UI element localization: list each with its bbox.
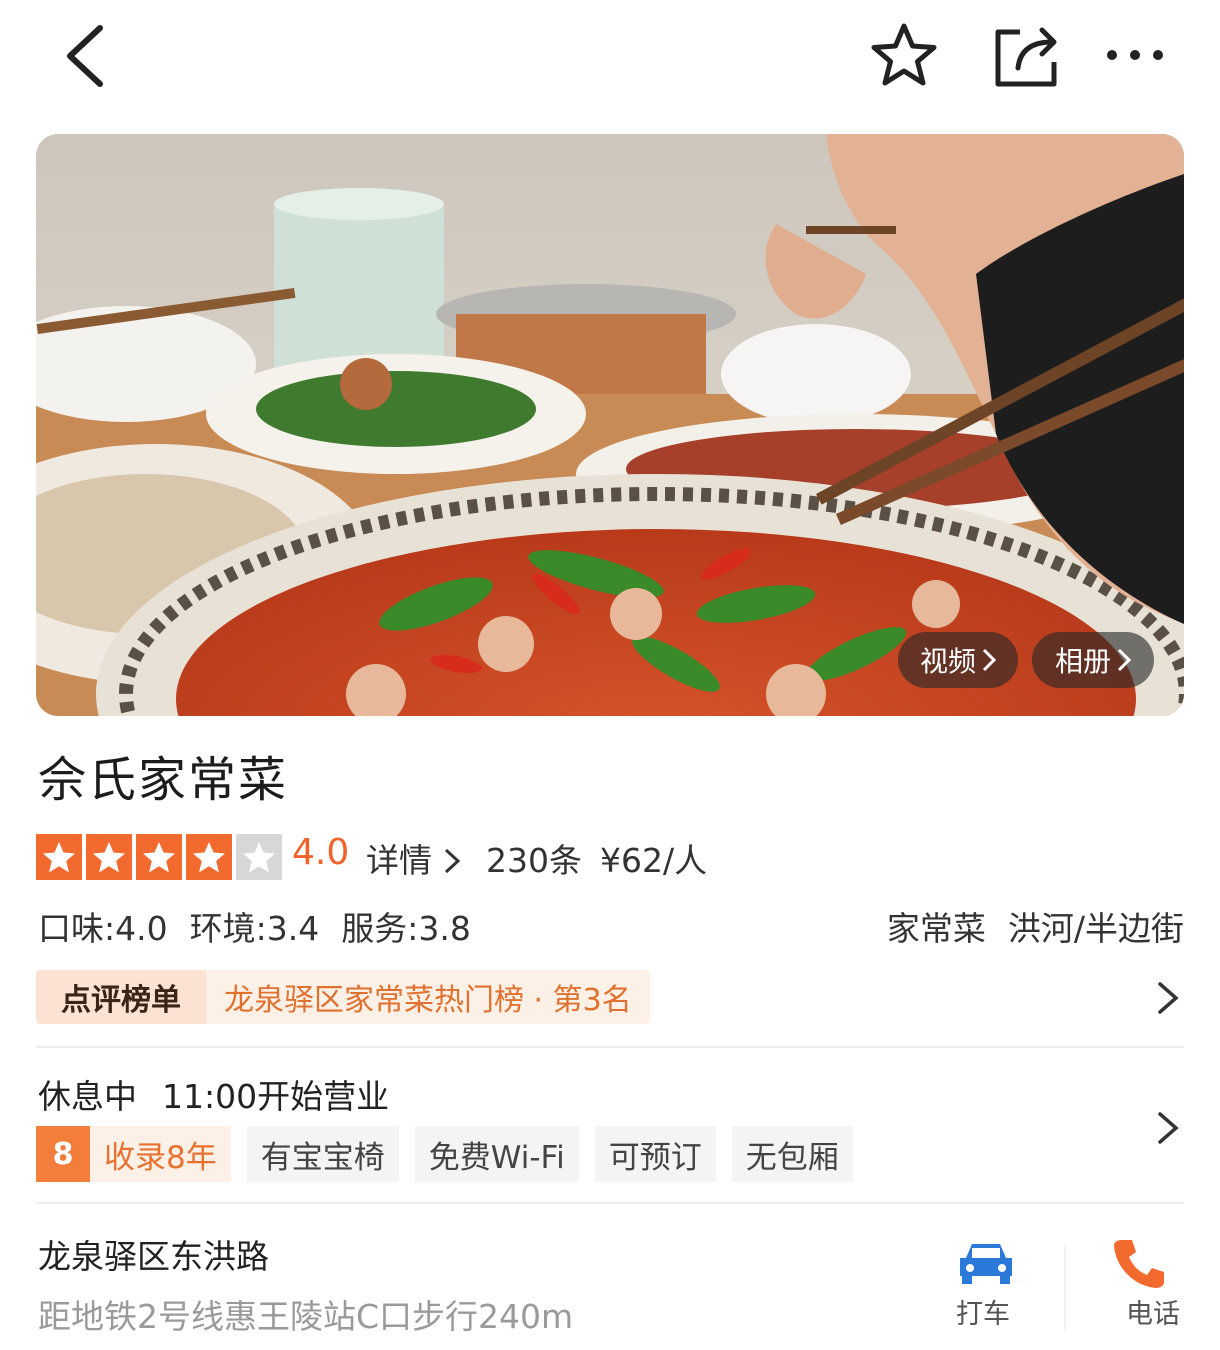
- area[interactable]: 洪河/半边街: [1008, 902, 1184, 950]
- ranking-badge: 点评榜单: [36, 970, 206, 1024]
- facility-tags: 8 收录8年 有宝宝椅 免费Wi-Fi 可预订 无包厢: [36, 1126, 853, 1182]
- detail-label: 详情: [366, 841, 432, 880]
- taste-score: 口味:4.0: [38, 909, 168, 948]
- more-button[interactable]: [1100, 28, 1170, 82]
- tag-baby-chair: 有宝宝椅: [246, 1126, 399, 1182]
- category[interactable]: 家常菜: [887, 902, 986, 950]
- business-status: 休息中: [38, 1077, 137, 1116]
- tag-reservation: 可预订: [594, 1126, 716, 1182]
- taxi-label: 打车: [956, 1299, 1010, 1330]
- ranking-text: 龙泉驿区家常菜热门榜 · 第3名: [206, 970, 650, 1024]
- years-label: 收录8年: [104, 1139, 217, 1176]
- video-label: 视频: [919, 645, 976, 678]
- service-score: 服务:3.8: [341, 909, 471, 948]
- ranking-banner[interactable]: 点评榜单 龙泉驿区家常菜热门榜 · 第3名: [36, 970, 650, 1024]
- tag-wifi: 免费Wi-Fi: [414, 1126, 579, 1182]
- chevron-left-icon: [67, 25, 103, 87]
- environment-score: 环境:3.4: [189, 909, 320, 948]
- tag-no-private-room: 无包厢: [731, 1126, 853, 1182]
- star-outline-icon: [871, 23, 937, 86]
- metro-distance: 距地铁2号线惠王陵站C口步行240m: [38, 1297, 574, 1336]
- years-listed-tag: 8 收录8年: [36, 1126, 231, 1182]
- ranking-arrow[interactable]: [1150, 978, 1186, 1018]
- video-button[interactable]: 视频: [898, 632, 1018, 688]
- food-photo-illustration: [36, 134, 1184, 716]
- chevron-right-icon: [1158, 1112, 1179, 1144]
- address[interactable]: 龙泉驿区东洪路: [38, 1230, 269, 1278]
- star-empty-icon: [236, 834, 282, 880]
- category-area: 家常菜 洪河/半边街: [887, 902, 1184, 950]
- favorite-button[interactable]: [868, 20, 940, 92]
- years-number: 8: [36, 1126, 90, 1182]
- star-filled-icon: [136, 834, 182, 880]
- star-filled-icon: [86, 834, 132, 880]
- sub-scores: 口味:4.0 环境:3.4 服务:3.8: [38, 902, 471, 950]
- star-filled-icon: [36, 834, 82, 880]
- rating-score: 4.0: [292, 832, 350, 873]
- divider: [1064, 1246, 1066, 1330]
- album-label: 相册: [1054, 645, 1111, 678]
- divider: [36, 1202, 1184, 1204]
- open-time: 11:00开始营业: [162, 1077, 390, 1116]
- call-label: 电话: [1126, 1299, 1180, 1330]
- review-count[interactable]: 230条: [486, 834, 582, 882]
- call-button[interactable]: [1110, 1236, 1180, 1294]
- more-horizontal-icon: [1107, 50, 1163, 60]
- taxi-button[interactable]: [940, 1236, 1030, 1290]
- chevron-right-icon: [444, 848, 460, 874]
- hours-arrow[interactable]: [1150, 1108, 1186, 1148]
- share-button[interactable]: [990, 20, 1062, 92]
- hero-photo[interactable]: [36, 134, 1184, 716]
- album-button[interactable]: 相册: [1032, 632, 1154, 688]
- price-per-person: ¥62/人: [600, 841, 708, 880]
- share-icon: [995, 27, 1057, 87]
- chevron-right-icon: [1158, 982, 1179, 1014]
- shop-name: 佘氏家常菜: [38, 752, 289, 808]
- divider: [36, 1046, 1184, 1048]
- car-icon: [960, 1244, 1012, 1284]
- back-button[interactable]: [60, 20, 120, 90]
- chevron-right-icon: [982, 648, 996, 672]
- star-rating: [36, 834, 282, 880]
- rating-detail-link[interactable]: 详情: [366, 834, 461, 882]
- star-filled-icon: [186, 834, 232, 880]
- chevron-right-icon: [1117, 648, 1131, 672]
- phone-icon: [1114, 1240, 1164, 1288]
